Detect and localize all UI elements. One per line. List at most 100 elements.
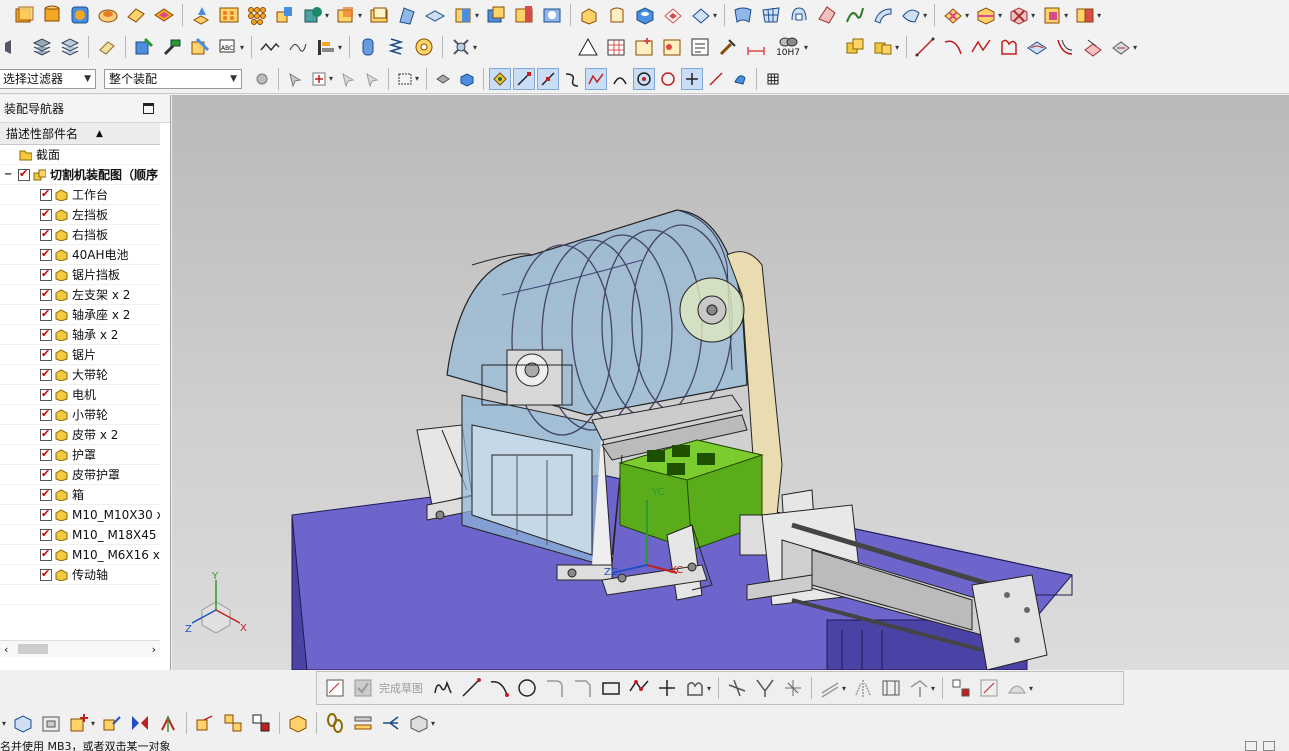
tree-row-part[interactable]: 护罩 (0, 445, 160, 465)
tree-row-root[interactable]: − 切割机装配图（顺序 (0, 165, 160, 185)
delete-face-icon[interactable] (539, 2, 565, 28)
tree-row-part[interactable]: 轴承 x 2 (0, 325, 160, 345)
visibility-checkbox[interactable] (40, 567, 52, 581)
visibility-checkbox[interactable] (40, 407, 52, 421)
tree-row-part[interactable]: 皮带 x 2 (0, 425, 160, 445)
project-sketch-icon[interactable] (906, 675, 932, 701)
boss-icon[interactable] (151, 2, 177, 28)
tree-row-part[interactable]: 左支架 x 2 (0, 285, 160, 305)
control-point-icon[interactable] (561, 68, 583, 90)
visibility-checkbox[interactable] (40, 327, 52, 341)
mirror-assembly-icon[interactable] (127, 710, 153, 736)
status-fullscreen-icon[interactable] (1263, 741, 1275, 751)
visibility-checkbox[interactable] (40, 307, 52, 321)
tree-row-part[interactable]: 锯片 (0, 345, 160, 365)
n-sided-icon[interactable] (898, 2, 924, 28)
project-curve-icon[interactable] (1080, 34, 1106, 60)
add-part-icon[interactable] (631, 34, 657, 60)
status-window-icon[interactable] (1245, 741, 1257, 751)
tree-row-part[interactable]: 电机 (0, 385, 160, 405)
selection-scope-select[interactable]: 整个装配 ▼ (104, 68, 242, 89)
sketch-line-icon[interactable] (458, 675, 484, 701)
arc-icon[interactable] (940, 34, 966, 60)
fit-tolerance-icon[interactable]: 10H7 (771, 34, 805, 60)
gear-tool-icon[interactable] (448, 34, 474, 60)
line-icon[interactable] (912, 34, 938, 60)
exploded-view-icon[interactable] (38, 710, 64, 736)
assembly-icon[interactable] (842, 34, 868, 60)
law-curve-icon[interactable] (842, 2, 868, 28)
cylinder-icon[interactable] (39, 2, 65, 28)
dots-icon[interactable] (244, 2, 270, 28)
studio-surface-icon[interactable] (814, 2, 840, 28)
sequence-icon[interactable] (378, 710, 404, 736)
visibility-checkbox[interactable] (40, 387, 52, 401)
quadrant-snap-icon[interactable] (633, 67, 656, 90)
assembly-constraints-icon[interactable] (10, 710, 36, 736)
graphics-window[interactable]: YC XC ZC Y X Z (172, 95, 1289, 670)
through-curves-icon[interactable] (786, 2, 812, 28)
visibility-checkbox[interactable] (18, 167, 30, 181)
display-toggle-icon[interactable] (187, 34, 213, 60)
brush-icon[interactable] (715, 34, 741, 60)
visibility-checkbox[interactable] (40, 527, 52, 541)
packaging-icon[interactable] (285, 710, 311, 736)
snap-enable-icon[interactable] (489, 67, 512, 90)
visibility-checkbox[interactable] (40, 427, 52, 441)
trim-body-icon[interactable] (940, 2, 966, 28)
tree-row-part[interactable]: 轴承座 x 2 (0, 305, 160, 325)
move-face-icon[interactable] (511, 2, 537, 28)
patch-icon[interactable] (1039, 2, 1065, 28)
check-interference-icon[interactable] (406, 710, 432, 736)
rectangle-select-icon[interactable] (394, 68, 416, 90)
sketch-rectangle-icon[interactable] (598, 675, 624, 701)
move-component-icon[interactable] (99, 710, 125, 736)
tree-row-part[interactable]: 皮带护罩 (0, 465, 160, 485)
gear-filter-icon[interactable] (251, 68, 273, 90)
curve-on-surface-icon[interactable] (1024, 34, 1050, 60)
table-icon[interactable] (603, 34, 629, 60)
quick-extend-icon[interactable] (752, 675, 778, 701)
pattern-icon[interactable] (216, 2, 242, 28)
offset-face-icon[interactable] (450, 2, 476, 28)
chamfer-icon[interactable] (688, 2, 714, 28)
offset-curve-icon[interactable] (1052, 34, 1078, 60)
circle-snap-icon[interactable] (657, 68, 679, 90)
quick-trim-icon[interactable] (724, 675, 750, 701)
sketch-fillet-icon[interactable] (542, 675, 568, 701)
wave-link-icon[interactable] (192, 710, 218, 736)
parts-list-icon[interactable] (659, 34, 685, 60)
horizontal-scrollbar[interactable]: ‹ › (0, 640, 160, 657)
sketch-point-icon[interactable] (654, 675, 680, 701)
maximize-icon[interactable] (143, 103, 154, 114)
chain-link-icon[interactable] (322, 710, 348, 736)
visibility-checkbox[interactable] (40, 207, 52, 221)
mirror-sketch-icon[interactable] (850, 675, 876, 701)
dimension-icon[interactable] (743, 34, 769, 60)
clearance-icon[interactable] (350, 710, 376, 736)
auto-constraint-icon[interactable] (1004, 675, 1030, 701)
sketch-arc-icon[interactable] (486, 675, 512, 701)
surface-icon[interactable] (730, 2, 756, 28)
scroll-left-icon[interactable]: ‹ (4, 643, 8, 656)
constraint-icon[interactable] (948, 675, 974, 701)
finish-sketch-icon[interactable] (350, 675, 376, 701)
hole-icon[interactable] (632, 2, 658, 28)
split-body-icon[interactable] (973, 2, 999, 28)
block-icon[interactable] (11, 2, 37, 28)
select-component-icon[interactable] (337, 68, 359, 90)
revolve-icon[interactable] (604, 2, 630, 28)
cylinder-stack-icon[interactable] (355, 34, 381, 60)
sketch-polygon-icon[interactable] (626, 675, 652, 701)
visibility-checkbox[interactable] (40, 367, 52, 381)
scroll-right-icon[interactable]: › (152, 643, 156, 656)
new-component-icon[interactable] (66, 710, 92, 736)
sketch-circle-icon[interactable] (514, 675, 540, 701)
collapse-icon[interactable]: − (4, 169, 18, 180)
note-icon[interactable] (687, 34, 713, 60)
section-curve-icon[interactable] (257, 34, 283, 60)
select-feature-icon[interactable] (284, 68, 306, 90)
arc-center-icon[interactable] (609, 68, 631, 90)
visibility-checkbox[interactable] (40, 507, 52, 521)
offset-sketch-icon[interactable] (817, 675, 843, 701)
